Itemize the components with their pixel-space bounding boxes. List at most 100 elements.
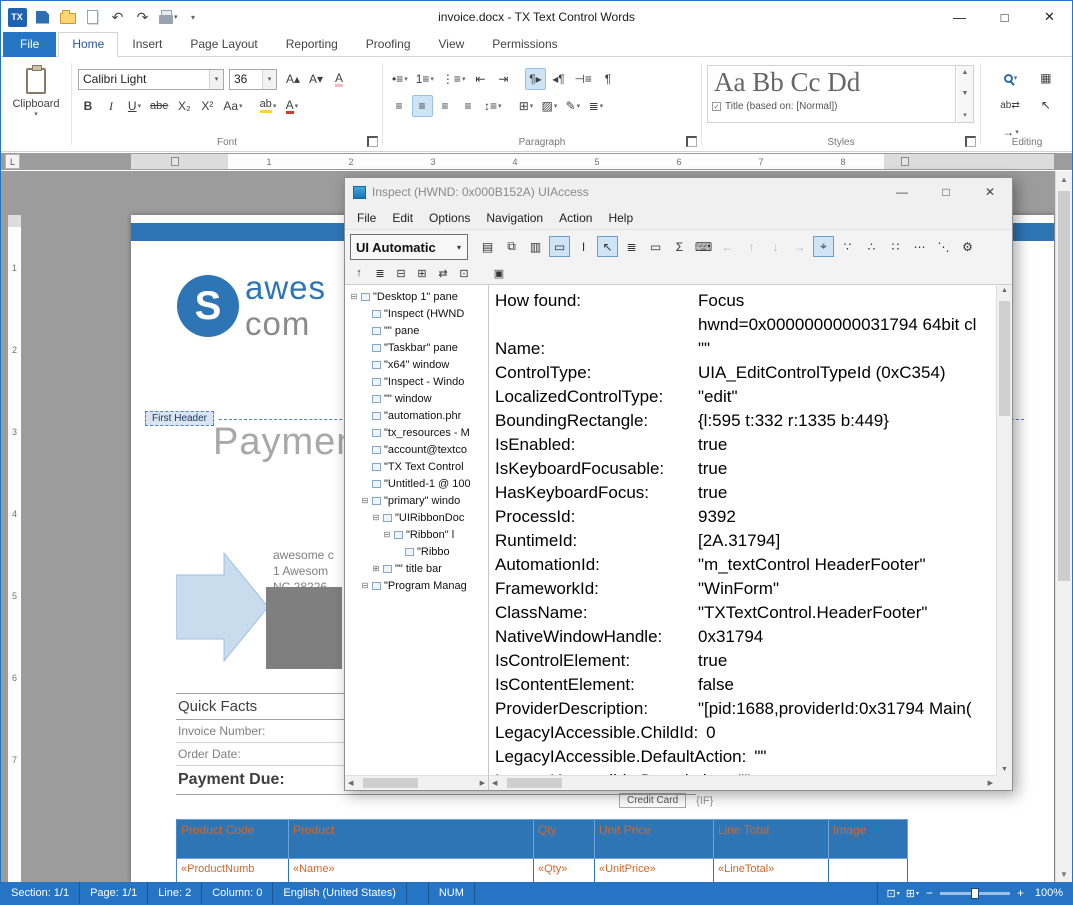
borders-button[interactable]: ⊞▾ [516,95,537,117]
status-segment[interactable]: Line: 2 [148,882,202,904]
show-rect-icon[interactable]: ▭ [645,236,666,257]
tree-expand-icon[interactable]: ⊟ [360,581,370,590]
status-segment[interactable] [407,882,429,904]
line-spacing-button[interactable]: ↕≡▾ [481,95,505,117]
inspect-maximize-button[interactable]: □ [924,178,968,206]
grow-font-button[interactable]: A▴ [283,68,304,90]
styles-more-icon[interactable]: ▾ [963,111,967,119]
tree-item[interactable]: ⊟ "Ribbon" l [345,526,488,543]
align-left-button[interactable]: ≡ [389,95,410,117]
zoom-level[interactable]: 100% [1031,887,1063,899]
subscript-button[interactable]: X₂ [174,95,195,117]
caret-tracking-icon[interactable]: I [573,236,594,257]
status-segment[interactable]: Section: 1/1 [1,882,80,904]
status-segment[interactable]: NUM [429,882,475,904]
scrollbar-thumb[interactable] [507,778,562,788]
refresh-tree-icon[interactable]: ⇄ [434,264,452,282]
align-center-button[interactable]: ≡ [412,95,433,117]
horizontal-ruler[interactable]: L 12345678 [1,153,1072,170]
tree-item[interactable]: "TX Text Control [345,458,488,475]
redo-icon[interactable]: ↷ [134,8,152,27]
tab-proofing[interactable]: Proofing [352,32,425,57]
highlight-toggle-icon[interactable]: ▣ [490,264,508,282]
shading-button[interactable]: ▨▾ [539,95,561,117]
scrollbar-thumb[interactable] [363,778,418,788]
element-properties-icon[interactable]: ▤ [477,236,498,257]
scroll-up-icon[interactable]: ▲ [1001,287,1008,294]
tab-reporting[interactable]: Reporting [272,32,352,57]
scroll-right-icon[interactable]: ▶ [480,779,485,787]
tab-selector[interactable]: L [5,154,20,169]
inspect-close-button[interactable]: ✕ [968,178,1012,206]
justify-button[interactable]: ≡ [458,95,479,117]
nav-parent-icon[interactable]: ← [717,236,738,257]
scroll-down-icon[interactable]: ▼ [962,90,969,97]
scroll-left-icon[interactable]: ◀ [348,779,353,787]
document-scrollbar[interactable]: ▲ ▼ [1055,171,1072,882]
font-family-select[interactable]: Calibri Light▾ [78,69,224,90]
tab-permissions[interactable]: Permissions [478,32,571,57]
indent-marker-right[interactable] [901,157,909,166]
link-dots-icon-4[interactable]: ⋯ [909,236,930,257]
tree-item[interactable]: "account@textco [345,441,488,458]
tab-insert[interactable]: Insert [118,32,176,57]
new-document-icon[interactable] [84,8,102,27]
styles-dialog-launcher[interactable] [965,136,976,147]
border-pen-button[interactable]: ✎▾ [562,95,583,117]
tree-item[interactable]: ⊟ "Program Manag [345,577,488,594]
vertical-ruler[interactable]: 1234567 [7,171,22,882]
save-icon[interactable]: ▥ [525,236,546,257]
nav-next-icon[interactable]: ↓ [765,236,786,257]
status-segment[interactable]: English (United States) [273,882,407,904]
close-button[interactable]: ✕ [1027,1,1072,33]
fit-page-button[interactable]: ⊡▾ [887,887,900,900]
expand-tree-icon[interactable]: ⊞ [413,264,431,282]
options-gear-icon[interactable]: ⚙ [957,236,978,257]
tab-page-layout[interactable]: Page Layout [176,32,271,57]
tree-horizontal-scrollbar[interactable]: ◀ ▶ [345,775,488,790]
qat-customize-icon[interactable]: ▾ [185,8,203,27]
tree-item[interactable]: "Inspect - Windo [345,373,488,390]
link-dots-icon-5[interactable]: ⋱ [933,236,954,257]
zoom-in-button[interactable]: + [1017,886,1024,900]
properties-horizontal-scrollbar[interactable]: ◀ ▶ [489,775,996,790]
bullets-button[interactable]: •≡▾ [389,68,411,90]
scrollbar-thumb[interactable] [1058,191,1070,581]
paste-button[interactable]: Clipboard ▾ [9,68,63,118]
focus-tracking-icon[interactable]: ⌖ [813,236,834,257]
tree-expand-icon[interactable]: ⊟ [349,292,359,301]
properties-vertical-scrollbar[interactable]: ▲ ▼ [996,285,1012,775]
automation-mode-select[interactable]: UI Automatic ▾ [350,234,468,260]
uia-tree-pane[interactable]: ⊟ "Desktop 1" pane "Inspect (HWND "" pan… [345,285,489,790]
replace-button[interactable]: ab⇄ [997,94,1024,116]
tree-item[interactable]: "tx_resources - M [345,424,488,441]
save-icon[interactable] [34,8,52,27]
zoom-mode-button[interactable]: ⊞▾ [906,887,919,900]
tree-item[interactable]: ⊟ "UIRibbonDoc [345,509,488,526]
status-segment[interactable]: Column: 0 [202,882,273,904]
underline-button[interactable]: U▾ [124,95,145,117]
font-size-select[interactable]: 36▾ [229,69,277,90]
highlight-button[interactable]: ab▾ [257,95,280,117]
nav-previous-icon[interactable]: ↑ [741,236,762,257]
minimize-button[interactable]: — [937,1,982,33]
nav-first-child-icon[interactable]: → [789,236,810,257]
tab-view[interactable]: View [425,32,479,57]
tree-item-desktop[interactable]: ⊟ "Desktop 1" pane [345,288,488,305]
numbering-button[interactable]: 1≡▾ [413,68,437,90]
open-folder-icon[interactable] [59,8,77,27]
paragraph-options-button[interactable]: ≣▾ [585,95,606,117]
maximize-button[interactable]: □ [982,1,1027,33]
tree-item[interactable]: "automation.phr [345,407,488,424]
tree-item[interactable]: "" window [345,390,488,407]
scrollbar-thumb[interactable] [999,301,1010,416]
styles-scrollbar[interactable]: ▲ ▼ ▾ [957,65,974,123]
inspect-window[interactable]: Inspect (HWND: 0x000B152A) UIAccess —□✕ … [344,177,1013,791]
undo-icon[interactable]: ↶ [109,8,127,27]
print-icon[interactable]: ▾ [159,8,178,27]
app-icon[interactable]: TX [8,8,27,27]
font-dialog-launcher[interactable] [367,136,378,147]
tree-item[interactable]: ⊞ "" title bar [345,560,488,577]
inspect-menu-item[interactable]: Navigation [478,208,551,228]
inspect-menu-item[interactable]: File [349,208,384,228]
